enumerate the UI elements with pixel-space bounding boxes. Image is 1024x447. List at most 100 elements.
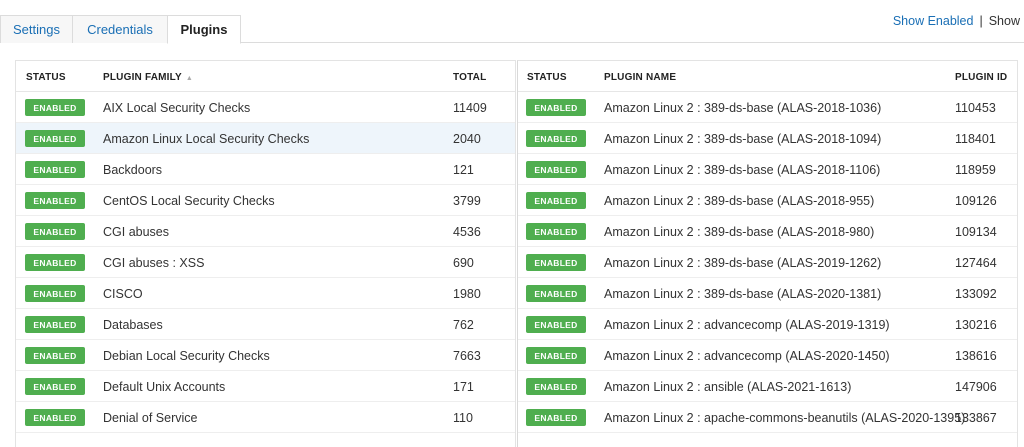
column-header-plugin-family-label: PLUGIN FAMILY <box>103 72 182 83</box>
table-row[interactable]: ENABLED Amazon Linux 2 : 389-ds-base (ALA… <box>518 185 1017 216</box>
tab-settings[interactable]: Settings <box>0 15 73 43</box>
status-badge[interactable]: ENABLED <box>526 161 586 178</box>
column-header-status[interactable]: STATUS <box>26 72 66 83</box>
tab-bar: Settings Credentials Plugins Show Enable… <box>0 0 1024 44</box>
plugin-family-name[interactable]: Denial of Service <box>103 411 198 425</box>
status-badge[interactable]: ENABLED <box>25 285 85 302</box>
status-badge[interactable]: ENABLED <box>526 223 586 240</box>
plugin-family-name[interactable]: CISCO <box>103 287 143 301</box>
status-badge[interactable]: ENABLED <box>25 99 85 116</box>
plugin-id: 118959 <box>955 163 996 177</box>
table-row[interactable]: ENABLED Debian Local Security Checks 7663 <box>16 340 515 371</box>
plugin-id: 147906 <box>955 380 997 394</box>
table-row[interactable]: ENABLED CGI abuses 4536 <box>16 216 515 247</box>
plugin-name[interactable]: Amazon Linux 2 : 389-ds-base (ALAS-2018-… <box>604 163 880 177</box>
table-row[interactable]: ENABLED Amazon Linux Local Security Check… <box>16 123 515 154</box>
table-row[interactable]: ENABLED Amazon Linux 2 : advancecomp (ALA… <box>518 309 1017 340</box>
status-badge[interactable]: ENABLED <box>526 192 586 209</box>
plugin-family-name[interactable]: AIX Local Security Checks <box>103 101 250 115</box>
plugin-name[interactable]: Amazon Linux 2 : 389-ds-base (ALAS-2018-… <box>604 225 874 239</box>
plugin-family-total: 110 <box>453 411 473 425</box>
status-badge[interactable]: ENABLED <box>25 347 85 364</box>
plugin-name[interactable]: Amazon Linux 2 : 389-ds-base (ALAS-2018-… <box>604 132 881 146</box>
table-row[interactable]: ENABLED Amazon Linux 2 : advancecomp (ALA… <box>518 340 1017 371</box>
plugin-family-name[interactable]: Amazon Linux Local Security Checks <box>103 132 309 146</box>
table-row[interactable]: ENABLED AIX Local Security Checks 11409 <box>16 92 515 123</box>
plugin-id: 133867 <box>955 411 997 425</box>
plugin-name[interactable]: Amazon Linux 2 : 389-ds-base (ALAS-2018-… <box>604 194 874 208</box>
plugin-name[interactable]: Amazon Linux 2 : 389-ds-base (ALAS-2018-… <box>604 101 881 115</box>
plugin-family-name[interactable]: Databases <box>103 318 163 332</box>
status-badge[interactable]: ENABLED <box>25 378 85 395</box>
plugin-family-total: 2040 <box>453 132 481 146</box>
plugin-family-total: 11409 <box>453 101 487 115</box>
status-badge[interactable]: ENABLED <box>25 316 85 333</box>
table-row[interactable]: ENABLED Amazon Linux 2 : 389-ds-base (ALA… <box>518 154 1017 185</box>
link-separator: | <box>979 14 983 28</box>
plugin-family-name[interactable]: CGI abuses <box>103 225 169 239</box>
table-row[interactable]: ENABLED Databases 762 <box>16 309 515 340</box>
table-row[interactable]: ENABLED CentOS Local Security Checks 3799 <box>16 185 515 216</box>
status-badge[interactable]: ENABLED <box>526 316 586 333</box>
table-row[interactable]: ENABLED Amazon Linux 2 : ansible (ALAS-20… <box>518 371 1017 402</box>
column-header-plugin-name[interactable]: PLUGIN NAME <box>604 72 676 83</box>
table-row[interactable]: ENABLED Amazon Linux 2 : 389-ds-base (ALA… <box>518 123 1017 154</box>
table-row[interactable]: ENABLED Amazon Linux 2 : apache-commons-b… <box>518 402 1017 433</box>
table-row[interactable]: ENABLED Amazon Linux 2 : 389-ds-base (ALA… <box>518 278 1017 309</box>
tab-credentials[interactable]: Credentials <box>72 15 168 43</box>
table-row[interactable]: ENABLED CGI abuses : XSS 690 <box>16 247 515 278</box>
plugins-table-header: STATUS PLUGIN NAME PLUGIN ID <box>518 61 1017 92</box>
status-badge[interactable]: ENABLED <box>526 99 586 116</box>
plugin-name[interactable]: Amazon Linux 2 : advancecomp (ALAS-2020-… <box>604 349 890 363</box>
status-badge[interactable]: ENABLED <box>25 409 85 426</box>
status-badge[interactable]: ENABLED <box>25 130 85 147</box>
sort-asc-icon: ▲ <box>185 75 194 82</box>
table-row[interactable]: ENABLED Default Unix Accounts 171 <box>16 371 515 402</box>
plugins-table-body: ENABLED Amazon Linux 2 : 389-ds-base (ALA… <box>518 92 1017 433</box>
plugin-family-name[interactable]: Debian Local Security Checks <box>103 349 270 363</box>
column-header-status[interactable]: STATUS <box>527 72 567 83</box>
table-row[interactable]: ENABLED Denial of Service 110 <box>16 402 515 433</box>
plugin-family-name[interactable]: CGI abuses : XSS <box>103 256 204 270</box>
plugin-family-total: 4536 <box>453 225 481 239</box>
status-badge[interactable]: ENABLED <box>25 254 85 271</box>
status-badge[interactable]: ENABLED <box>526 130 586 147</box>
plugin-id: 110453 <box>955 101 996 115</box>
plugin-name[interactable]: Amazon Linux 2 : ansible (ALAS-2021-1613… <box>604 380 851 394</box>
status-badge[interactable]: ENABLED <box>526 378 586 395</box>
plugin-family-total: 171 <box>453 380 474 394</box>
plugin-family-name[interactable]: Default Unix Accounts <box>103 380 225 394</box>
show-enabled-link[interactable]: Show Enabled <box>893 14 974 28</box>
plugin-name[interactable]: Amazon Linux 2 : advancecomp (ALAS-2019-… <box>604 318 890 332</box>
status-badge[interactable]: ENABLED <box>25 161 85 178</box>
status-badge[interactable]: ENABLED <box>526 254 586 271</box>
plugins-table: STATUS PLUGIN NAME PLUGIN ID ENABLED Amaz… <box>517 60 1018 447</box>
tab-plugins[interactable]: Plugins <box>167 15 241 44</box>
plugin-id: 127464 <box>955 256 997 270</box>
status-badge[interactable]: ENABLED <box>25 223 85 240</box>
column-header-plugin-family[interactable]: PLUGIN FAMILY ▲ <box>103 72 193 83</box>
plugin-family-total: 762 <box>453 318 474 332</box>
table-row[interactable]: ENABLED CISCO 1980 <box>16 278 515 309</box>
plugin-id: 118401 <box>955 132 996 146</box>
plugin-family-total: 690 <box>453 256 474 270</box>
status-badge[interactable]: ENABLED <box>25 192 85 209</box>
table-row[interactable]: ENABLED Amazon Linux 2 : 389-ds-base (ALA… <box>518 216 1017 247</box>
plugin-id: 109126 <box>955 194 997 208</box>
table-row[interactable]: ENABLED Backdoors 121 <box>16 154 515 185</box>
families-table-body: ENABLED AIX Local Security Checks 11409 ENA… <box>16 92 515 433</box>
plugin-name[interactable]: Amazon Linux 2 : 389-ds-base (ALAS-2020-… <box>604 287 881 301</box>
status-badge[interactable]: ENABLED <box>526 285 586 302</box>
table-row[interactable]: ENABLED Amazon Linux 2 : 389-ds-base (ALA… <box>518 92 1017 123</box>
status-badge[interactable]: ENABLED <box>526 347 586 364</box>
plugin-id: 130216 <box>955 318 997 332</box>
plugin-name[interactable]: Amazon Linux 2 : 389-ds-base (ALAS-2019-… <box>604 256 881 270</box>
table-row[interactable]: ENABLED Amazon Linux 2 : 389-ds-base (ALA… <box>518 247 1017 278</box>
plugin-family-name[interactable]: Backdoors <box>103 163 162 177</box>
column-header-plugin-id[interactable]: PLUGIN ID <box>955 72 1007 83</box>
column-header-total[interactable]: TOTAL <box>453 72 486 83</box>
plugin-family-name[interactable]: CentOS Local Security Checks <box>103 194 275 208</box>
plugin-name[interactable]: Amazon Linux 2 : apache-commons-beanutil… <box>604 411 965 425</box>
show-all-link[interactable]: Show <box>989 14 1020 28</box>
status-badge[interactable]: ENABLED <box>526 409 586 426</box>
